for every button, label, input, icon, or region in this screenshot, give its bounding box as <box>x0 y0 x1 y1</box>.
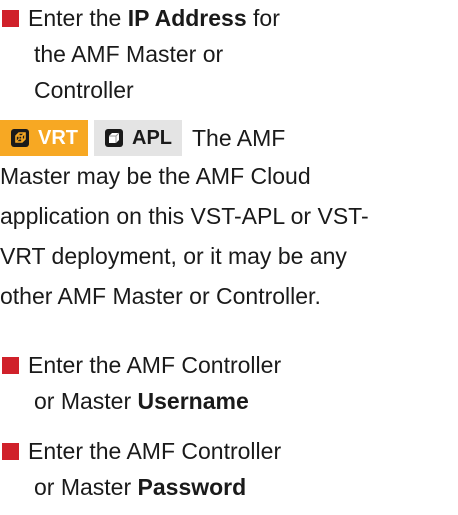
bullet-square-icon <box>2 10 19 27</box>
step-line: or Master Password <box>34 474 247 500</box>
badge-vrt: VRT <box>0 120 88 156</box>
note-line: VRT deployment, or it may be any <box>0 243 347 269</box>
step-username: Enter the AMF Controller or Master Usern… <box>0 347 458 419</box>
step-line: or Master Username <box>34 388 249 414</box>
field-name-password: Password <box>137 474 247 500</box>
step-line: the AMF Master or <box>34 41 224 67</box>
step-line: Enter the AMF Controller <box>28 352 282 378</box>
field-name-ip-address: IP Address <box>127 5 247 31</box>
note-paragraph: Master may be the AMF Cloud application … <box>0 156 458 316</box>
step-line: Enter the IP Address for <box>28 5 280 31</box>
field-name-username: Username <box>137 388 249 414</box>
bullet-square-icon <box>2 443 19 460</box>
cube-wireframe-icon <box>11 129 29 147</box>
badge-apl-label: APL <box>132 127 172 149</box>
note-line: other AMF Master or Controller. <box>0 283 321 309</box>
step-line: Enter the AMF Controller <box>28 438 282 464</box>
badge-vrt-label: VRT <box>38 127 78 149</box>
platform-badges: VRT APL The AMF <box>0 120 458 156</box>
note-lead: The AMF <box>192 125 286 151</box>
step-password: Enter the AMF Controller or Master Passw… <box>0 433 458 505</box>
appliance-box-icon <box>105 129 123 147</box>
step-ip-address: Enter the IP Address for the AMF Master … <box>0 0 458 108</box>
bullet-square-icon <box>2 357 19 374</box>
note-line: application on this VST-APL or VST- <box>0 203 369 229</box>
note-line: Master may be the AMF Cloud <box>0 163 311 189</box>
badge-apl: APL <box>94 120 182 156</box>
step-line: Controller <box>34 77 134 103</box>
document-page: Enter the IP Address for the AMF Master … <box>0 0 458 500</box>
